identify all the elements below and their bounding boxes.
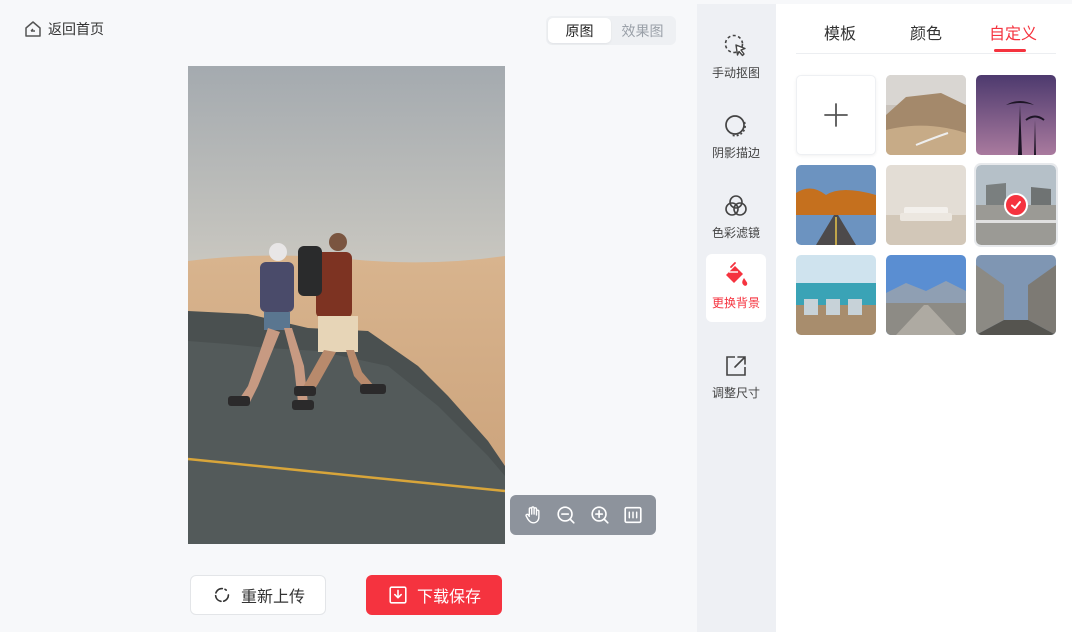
background-thumbnail-selected[interactable]	[974, 163, 1058, 247]
download-icon	[389, 586, 407, 604]
refresh-icon	[214, 587, 230, 603]
edited-photo	[188, 66, 505, 544]
zoom-toolbar	[510, 495, 656, 535]
cursor-select-icon	[724, 34, 746, 57]
home-icon	[25, 21, 41, 37]
tool-manual-cutout[interactable]: 手动抠图	[706, 24, 766, 92]
result-view-tab[interactable]: 效果图	[611, 18, 674, 43]
zoom-out-icon	[557, 506, 575, 524]
background-thumbnail[interactable]	[886, 165, 966, 245]
tool-shadow-outline-label: 阴影描边	[711, 146, 760, 160]
download-save-label: 下载保存	[416, 589, 481, 606]
tool-resize-label: 调整尺寸	[711, 386, 760, 400]
back-home-label: 返回首页	[48, 21, 104, 37]
color-filter-icon	[725, 195, 747, 216]
original-view-tab[interactable]: 原图	[548, 18, 611, 43]
tab-template[interactable]: 模板	[824, 20, 856, 44]
tool-change-background[interactable]: 更换背景	[706, 254, 766, 322]
zoom-in-icon	[591, 506, 609, 524]
download-save-button[interactable]: 下载保存	[366, 575, 502, 615]
paint-bucket-icon	[726, 262, 748, 286]
background-thumbnail[interactable]	[976, 75, 1056, 155]
resize-icon	[726, 356, 746, 376]
background-thumbnail[interactable]	[886, 255, 966, 335]
background-thumbnail[interactable]	[796, 165, 876, 245]
background-thumbnail[interactable]	[796, 255, 876, 335]
back-home-button[interactable]: 返回首页	[24, 19, 104, 39]
hand-icon	[525, 506, 540, 524]
tool-manual-cutout-label: 手动抠图	[711, 66, 760, 80]
plus-icon	[824, 103, 848, 127]
pan-hand-button[interactable]	[520, 502, 546, 528]
view-toggle: 原图 效果图	[546, 16, 676, 45]
reupload-label: 重新上传	[240, 589, 305, 606]
tool-sidebar: 手动抠图 阴影描边 色彩滤镜 更换背景 调整尺寸	[697, 4, 776, 632]
reupload-button[interactable]: 重新上传	[190, 575, 326, 615]
zoom-in-button[interactable]	[587, 502, 613, 528]
tool-resize[interactable]: 调整尺寸	[706, 344, 766, 412]
background-panel: 模板 颜色 自定义	[776, 4, 1072, 632]
tool-change-background-label: 更换背景	[711, 296, 760, 310]
tab-color[interactable]: 颜色	[910, 20, 942, 44]
panel-tabs: 模板 颜色 自定义	[796, 4, 1056, 54]
tab-custom[interactable]: 自定义	[989, 20, 1037, 44]
fit-screen-button[interactable]	[620, 502, 646, 528]
tool-color-filter[interactable]: 色彩滤镜	[706, 184, 766, 252]
active-tab-indicator	[994, 49, 1026, 52]
background-thumbnail[interactable]	[886, 75, 966, 155]
tool-color-filter-label: 色彩滤镜	[711, 226, 760, 240]
tool-shadow-outline[interactable]: 阴影描边	[706, 104, 766, 172]
zoom-out-button[interactable]	[553, 502, 579, 528]
selected-check-icon	[1004, 193, 1028, 217]
background-thumbnail[interactable]	[976, 255, 1056, 335]
fit-screen-icon	[624, 506, 642, 524]
canvas-area: 返回首页 原图 效果图 重新上传 下载保存	[0, 0, 697, 632]
add-custom-background-button[interactable]	[796, 75, 876, 155]
shadow-outline-icon	[725, 115, 746, 137]
